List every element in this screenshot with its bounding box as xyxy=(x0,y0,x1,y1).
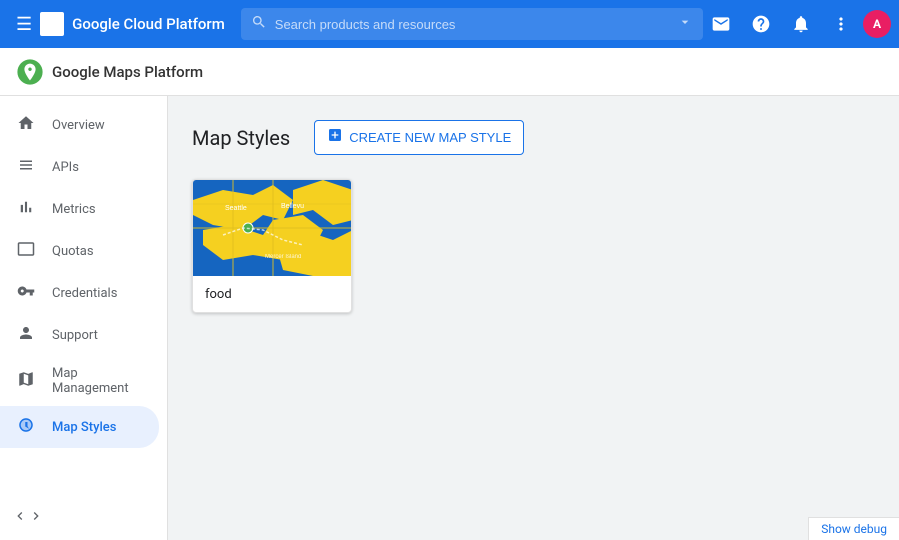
map-preview-thumbnail: Seattle Bellevu Mercer Island xyxy=(193,180,351,276)
create-new-map-style-button[interactable]: CREATE NEW MAP STYLE xyxy=(314,120,524,155)
svg-text:Seattle: Seattle xyxy=(225,205,247,212)
more-options-icon-button[interactable] xyxy=(823,6,859,42)
sidebar-quotas-label: Quotas xyxy=(52,244,94,259)
help-icon-button[interactable] xyxy=(743,6,779,42)
search-input[interactable] xyxy=(275,17,669,32)
platform-name: Google Maps Platform xyxy=(52,63,212,81)
search-icon xyxy=(251,14,267,34)
sidebar-metrics-label: Metrics xyxy=(52,202,96,217)
sidebar-item-map-styles[interactable]: Map Styles xyxy=(0,406,159,448)
sidebar-item-quotas[interactable]: Quotas xyxy=(0,230,159,272)
main-layout: Overview APIs Metrics Quotas Credentials xyxy=(0,96,899,540)
user-avatar[interactable]: A xyxy=(863,10,891,38)
email-icon-button[interactable] xyxy=(703,6,739,42)
svg-text:Mercer Island: Mercer Island xyxy=(265,254,301,260)
sidebar-credentials-label: Credentials xyxy=(52,286,117,301)
sidebar-map-styles-label: Map Styles xyxy=(52,420,116,435)
brand-name: Google Cloud Platform xyxy=(72,15,225,33)
search-dropdown-icon[interactable] xyxy=(677,14,693,34)
metrics-icon xyxy=(16,198,36,220)
sidebar-map-management-label: Map Management xyxy=(52,366,143,396)
sidebar-overview-label: Overview xyxy=(52,118,105,133)
sub-navigation: Google Maps Platform xyxy=(0,48,899,96)
sidebar-item-credentials[interactable]: Credentials xyxy=(0,272,159,314)
page-title: Map Styles xyxy=(192,126,290,150)
brand-logo: Google Cloud Platform xyxy=(40,12,225,36)
home-icon xyxy=(16,114,36,136)
main-content: Map Styles CREATE NEW MAP STYLE xyxy=(168,96,899,540)
sidebar-collapse-button[interactable] xyxy=(0,500,168,532)
cloud-icon xyxy=(40,12,64,36)
map-style-label: food xyxy=(193,276,351,312)
sidebar: Overview APIs Metrics Quotas Credentials xyxy=(0,96,168,540)
create-button-label: CREATE NEW MAP STYLE xyxy=(349,130,511,145)
hamburger-menu-icon[interactable]: ☰ xyxy=(8,6,40,43)
debug-bar-label: Show debug xyxy=(821,522,887,536)
sidebar-item-support[interactable]: Support xyxy=(0,314,159,356)
debug-bar[interactable]: Show debug xyxy=(808,517,899,540)
plus-icon xyxy=(327,127,343,148)
sidebar-item-metrics[interactable]: Metrics xyxy=(0,188,159,230)
apis-icon xyxy=(16,156,36,178)
support-icon xyxy=(16,324,36,346)
top-navigation: ☰ Google Cloud Platform xyxy=(0,0,899,48)
sidebar-item-map-management[interactable]: Map Management xyxy=(0,356,159,406)
sidebar-apis-label: APIs xyxy=(52,160,79,175)
top-nav-right: A xyxy=(703,6,891,42)
credentials-icon xyxy=(16,282,36,304)
map-styles-grid: Seattle Bellevu Mercer Island food xyxy=(192,179,875,313)
sidebar-support-label: Support xyxy=(52,328,98,343)
page-header: Map Styles CREATE NEW MAP STYLE xyxy=(192,120,875,155)
svg-text:Bellevu: Bellevu xyxy=(281,203,304,210)
notifications-icon-button[interactable] xyxy=(783,6,819,42)
quotas-icon xyxy=(16,240,36,262)
sidebar-item-overview[interactable]: Overview xyxy=(0,104,159,146)
sidebar-item-apis[interactable]: APIs xyxy=(0,146,159,188)
map-style-card[interactable]: Seattle Bellevu Mercer Island food xyxy=(192,179,352,313)
map-management-icon xyxy=(16,370,36,392)
maps-logo-icon xyxy=(16,58,44,86)
map-styles-icon xyxy=(16,416,36,438)
search-bar[interactable] xyxy=(241,8,703,40)
